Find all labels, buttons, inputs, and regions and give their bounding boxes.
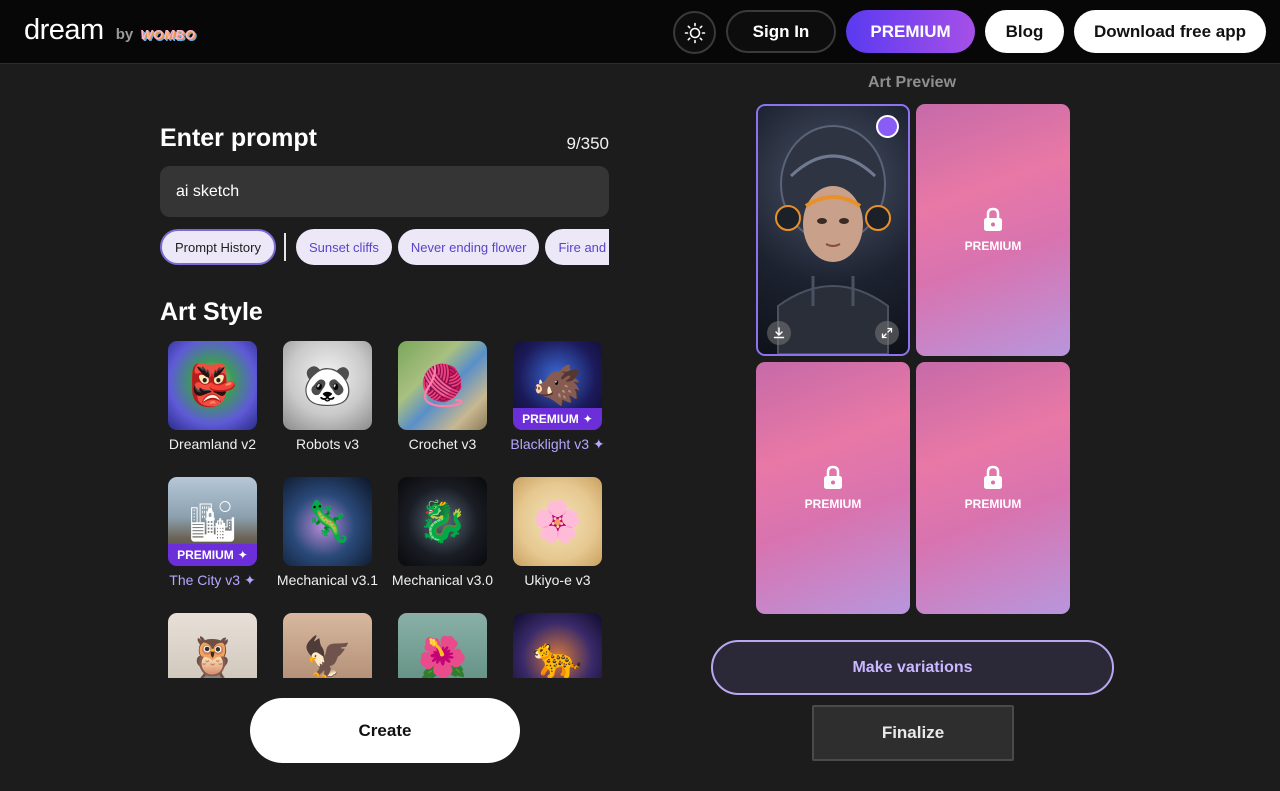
sign-in-button[interactable]: Sign In bbox=[726, 10, 836, 53]
owl-tattoo-icon: 🦉 bbox=[187, 636, 238, 678]
style-label: Crochet v3 bbox=[408, 436, 477, 452]
premium-tag: PREMIUM ✦ bbox=[513, 408, 602, 430]
bird-blossom-icon: 🌸 bbox=[532, 500, 583, 544]
style-thumbnail: 👺 bbox=[168, 341, 257, 430]
style-label: Dreamland v2 bbox=[168, 436, 257, 452]
style-thumbnail: 🌺 bbox=[398, 613, 487, 678]
art-style-title: Art Style bbox=[160, 298, 263, 326]
char-count: 9/350 bbox=[566, 134, 609, 153]
style-thumbnail: 🐆 bbox=[513, 613, 602, 678]
style-item-mechanical-v31[interactable]: 🦎 Mechanical v3.1 bbox=[275, 474, 380, 604]
style-item-dreamland[interactable]: 👺 Dreamland v2 bbox=[160, 338, 265, 468]
blog-button[interactable]: Blog bbox=[985, 10, 1064, 53]
style-item-flowers[interactable]: 🌺 bbox=[390, 610, 495, 678]
top-bar: dream by WOMBO Sign In PREMIUM Blog Down… bbox=[0, 0, 1280, 64]
style-label-text: Blacklight v3 bbox=[510, 436, 589, 452]
style-thumbnail: 🏙 PREMIUM ✦ bbox=[168, 477, 257, 566]
logo-wombo: WOMBO bbox=[140, 27, 196, 42]
preview-card-locked[interactable]: PREMIUM bbox=[916, 104, 1070, 356]
style-thumbnail: 🐼 bbox=[283, 341, 372, 430]
style-label-text: The City v3 bbox=[169, 572, 241, 588]
mech-dragon-icon: 🐉 bbox=[417, 500, 468, 544]
sparkle-icon: ✦ bbox=[582, 412, 593, 426]
sun-icon bbox=[684, 22, 705, 43]
style-item-the-city[interactable]: 🏙 PREMIUM ✦ The City v3 ✦ bbox=[160, 474, 265, 604]
download-button[interactable] bbox=[767, 321, 791, 345]
finalize-button[interactable]: Finalize bbox=[812, 705, 1014, 761]
logo-dream: dream bbox=[24, 14, 104, 46]
expand-icon bbox=[881, 327, 893, 339]
prompt-title: Enter prompt bbox=[160, 124, 317, 152]
eagle-tattoo-icon: 🦅 bbox=[302, 636, 353, 678]
preview-card-selected[interactable] bbox=[756, 104, 910, 356]
suggestion-chip[interactable]: Never ending flower bbox=[397, 229, 540, 265]
style-item-owl-tattoo[interactable]: 🦉 bbox=[160, 610, 265, 678]
style-item-cosmic-cat[interactable]: 🐆 bbox=[505, 610, 610, 678]
art-style-grid: 👺 Dreamland v2 🐼 Robots v3 🧶 Crochet v3 … bbox=[160, 338, 620, 678]
sparkle-icon: ✦ bbox=[592, 436, 605, 452]
style-label: The City v3 ✦ bbox=[160, 572, 273, 589]
style-label: Ukiyo-e v3 bbox=[524, 572, 591, 588]
logo[interactable]: dream by WOMBO bbox=[24, 14, 195, 47]
mech-creature-icon: 🦎 bbox=[302, 500, 353, 544]
style-label: Blacklight v3 ✦ bbox=[497, 436, 618, 453]
locked-label: PREMIUM bbox=[804, 497, 862, 511]
prompt-history-chip[interactable]: Prompt History bbox=[160, 229, 276, 265]
panda-robot-icon: 🐼 bbox=[302, 364, 353, 408]
selected-indicator bbox=[876, 115, 899, 138]
style-thumbnail: 🦉 bbox=[168, 613, 257, 678]
robot-girl-image bbox=[775, 125, 891, 354]
style-item-mechanical-v30[interactable]: 🐉 Mechanical v3.0 bbox=[390, 474, 495, 604]
create-button[interactable]: Create bbox=[250, 698, 520, 763]
premium-tag-label: PREMIUM bbox=[522, 412, 579, 426]
locked-label: PREMIUM bbox=[964, 497, 1022, 511]
make-variations-button[interactable]: Make variations bbox=[711, 640, 1114, 695]
cat-icon: 🐆 bbox=[532, 636, 583, 678]
preview-card-locked[interactable]: PREMIUM bbox=[916, 362, 1070, 614]
logo-by: by bbox=[115, 26, 134, 43]
art-preview-title: Art Preview bbox=[867, 74, 957, 91]
lock-icon bbox=[824, 465, 842, 489]
prompt-chips: Prompt History Sunset cliffs Never endin… bbox=[160, 228, 609, 266]
style-label: Mechanical v3.0 bbox=[391, 572, 494, 588]
crochet-river-icon: 🧶 bbox=[417, 364, 468, 408]
style-item-crochet[interactable]: 🧶 Crochet v3 bbox=[390, 338, 495, 468]
lock-icon bbox=[984, 207, 1002, 231]
download-icon bbox=[773, 327, 785, 339]
sparkle-icon: ✦ bbox=[237, 548, 248, 562]
premium-tag-label: PREMIUM bbox=[177, 548, 234, 562]
preview-card-locked[interactable]: PREMIUM bbox=[756, 362, 910, 614]
suggestion-chip[interactable]: Sunset cliffs bbox=[295, 229, 392, 265]
style-item-eagle-tattoo[interactable]: 🦅 bbox=[275, 610, 380, 678]
style-label: Mechanical v3.1 bbox=[276, 572, 379, 588]
chip-divider bbox=[283, 233, 286, 261]
suggestion-chip[interactable]: Fire and w bbox=[545, 229, 609, 265]
theme-toggle-button[interactable] bbox=[673, 11, 716, 54]
style-label: Robots v3 bbox=[295, 436, 360, 452]
style-item-robots[interactable]: 🐼 Robots v3 bbox=[275, 338, 380, 468]
style-thumbnail: 🧶 bbox=[398, 341, 487, 430]
sparkle-icon: ✦ bbox=[243, 572, 256, 588]
style-item-blacklight[interactable]: 🐗 PREMIUM ✦ Blacklight v3 ✦ bbox=[505, 338, 610, 468]
style-thumbnail: 🐗 PREMIUM ✦ bbox=[513, 341, 602, 430]
download-app-button[interactable]: Download free app bbox=[1074, 10, 1266, 53]
style-thumbnail: 🦎 bbox=[283, 477, 372, 566]
expand-button[interactable] bbox=[875, 321, 899, 345]
style-thumbnail: 🌸 bbox=[513, 477, 602, 566]
style-thumbnail: 🦅 bbox=[283, 613, 372, 678]
premium-tag: PREMIUM ✦ bbox=[168, 544, 257, 566]
premium-button[interactable]: PREMIUM bbox=[846, 10, 975, 53]
locked-label: PREMIUM bbox=[964, 239, 1022, 253]
style-item-ukiyo-e[interactable]: 🌸 Ukiyo-e v3 bbox=[505, 474, 610, 604]
flower-icon: 🌺 bbox=[417, 636, 468, 678]
lock-icon bbox=[984, 465, 1002, 489]
style-thumbnail: 🐉 bbox=[398, 477, 487, 566]
alien-face-icon: 👺 bbox=[187, 364, 238, 408]
prompt-input[interactable] bbox=[160, 166, 609, 217]
